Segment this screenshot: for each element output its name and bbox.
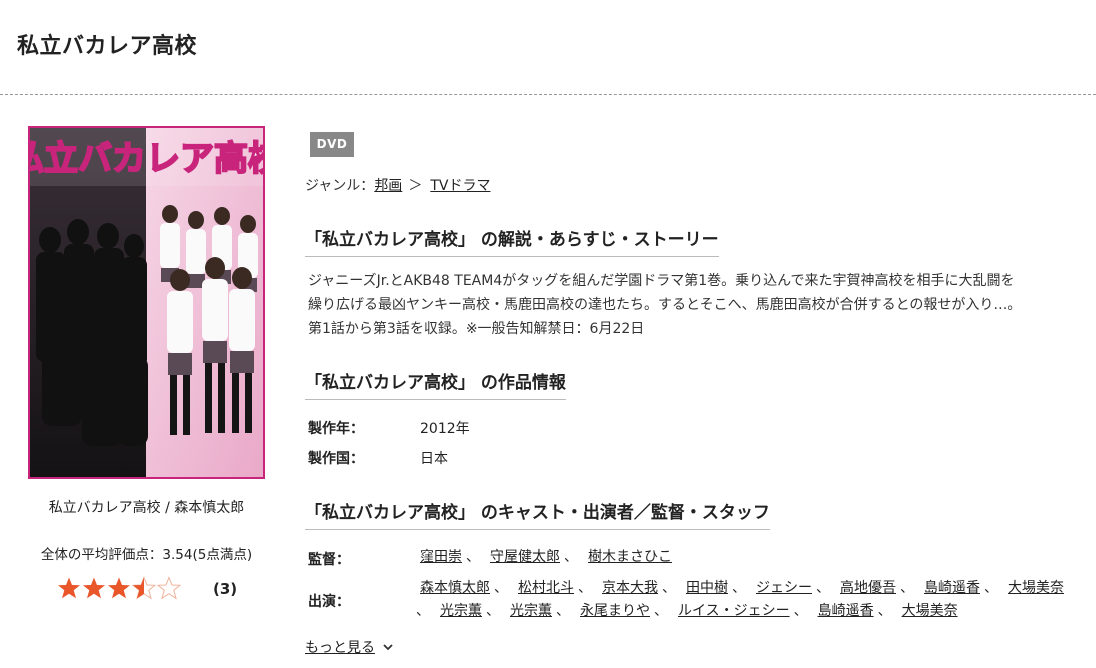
list-separator: 、	[416, 603, 430, 619]
jacket-caption: 私立バカレア高校 / 森本慎太郎	[48, 500, 245, 516]
cast-link[interactable]: 高地優吾	[840, 580, 896, 596]
list-separator: 、	[816, 580, 830, 596]
director-link[interactable]: 窪田崇	[420, 549, 462, 565]
average-rating-text: 全体の平均評価点：3.54(5点満点)	[40, 547, 253, 563]
synopsis-text: ジャニーズJr.とAKB48 TEAM4がタッグを組んだ学園ドラマ第1巻。乗り込…	[308, 269, 1083, 341]
list-separator: 、	[984, 580, 998, 596]
synopsis-line: ジャニーズJr.とAKB48 TEAM4がタッグを組んだ学園ドラマ第1巻。乗り込…	[308, 273, 1015, 289]
cast-link[interactable]: 島崎遥香	[924, 580, 980, 596]
list-separator: 、	[900, 580, 914, 596]
cast-link[interactable]: 田中樹	[686, 580, 728, 596]
cast-link[interactable]: 松村北斗	[518, 580, 574, 596]
cast-link[interactable]: 大場美奈	[902, 603, 958, 619]
empty-star-icon	[157, 576, 181, 600]
cast-link[interactable]: 光宗薫	[510, 603, 552, 619]
list-separator: 、	[877, 603, 892, 619]
cast-link[interactable]: 森本慎太郎	[420, 580, 490, 596]
info-row-year: 製作年： 2012年	[308, 418, 470, 438]
info-value: 2012年	[420, 421, 470, 437]
cast-link[interactable]: ジェシー	[756, 580, 812, 596]
chevron-down-icon	[383, 644, 393, 651]
list-separator: 、	[662, 580, 676, 596]
review-count[interactable]: (3)	[213, 580, 237, 598]
cast-link[interactable]: 永尾まりや	[580, 603, 650, 619]
work-info-heading: 「私立バカレア高校」 の作品情報	[305, 368, 566, 400]
star-icon	[58, 577, 80, 599]
list-separator: 、	[578, 580, 592, 596]
synopsis-line: 繰り広げる最凶ヤンキー高校・馬鹿田高校の達也たち。するとそこへ、馬鹿田高校が合併…	[308, 297, 1022, 313]
rating-stars	[57, 576, 181, 600]
show-more-label: もっと見る	[305, 640, 375, 656]
show-more-link[interactable]: もっと見る	[305, 637, 394, 657]
list-separator: 、	[654, 603, 668, 619]
director-link[interactable]: 守屋健太郎	[490, 549, 560, 565]
cast-link[interactable]: 京本大我	[602, 580, 658, 596]
list-separator: 、	[564, 549, 578, 565]
half-star-icon	[132, 576, 156, 600]
star-icon	[108, 577, 130, 599]
genre-link-hougai[interactable]: 邦画	[374, 175, 402, 195]
info-label: 製作年：	[308, 421, 364, 437]
cast-list: 森本慎太郎、松村北斗、京本大我、田中樹、ジェシー、高地優吾、島崎遥香、大場美奈	[420, 576, 1064, 600]
director-label: 監督：	[308, 552, 350, 568]
cast-link[interactable]: 大場美奈	[1008, 580, 1064, 596]
list-separator: 、	[556, 603, 570, 619]
cast-link[interactable]: 光宗薫	[440, 603, 482, 619]
jacket-artwork: 私立バカレア高校	[30, 128, 263, 477]
list-separator: 、	[494, 580, 508, 596]
jacket-title-art: 私立バカレア高校	[30, 139, 263, 179]
info-value: 日本	[420, 451, 448, 467]
cast-list-continued: 、光宗薫、光宗薫、永尾まりや、ルイス・ジェシー、島崎遥香、大場美奈	[412, 599, 958, 623]
breadcrumb-separator: ＞	[408, 178, 423, 194]
genre-link-tv-drama[interactable]: TVドラマ	[430, 175, 490, 195]
list-separator: 、	[732, 580, 746, 596]
page-title: 私立バカレア高校	[17, 34, 198, 59]
cast-heading: 「私立バカレア高校」 のキャスト・出演者／監督・スタッフ	[305, 498, 770, 530]
star-icon	[83, 577, 105, 599]
info-label: 製作国：	[308, 451, 364, 467]
director-link[interactable]: 樹木まさひこ	[588, 549, 672, 565]
list-separator: 、	[486, 603, 500, 619]
list-separator: 、	[793, 603, 808, 619]
format-badge: DVD	[310, 132, 354, 157]
cast-link[interactable]: ルイス・ジェシー	[678, 603, 790, 619]
cast-label: 出演：	[308, 594, 350, 610]
genre-breadcrumb: ジャンル： 邦画 ＞ TVドラマ	[305, 175, 490, 195]
dvd-jacket-image[interactable]: 私立バカレア高校	[28, 126, 265, 479]
director-list: 窪田崇、守屋健太郎、樹木まさひこ	[420, 545, 672, 569]
info-row-country: 製作国： 日本	[308, 448, 448, 468]
cast-link[interactable]: 島崎遥香	[818, 603, 874, 619]
synopsis-heading: 「私立バカレア高校」 の解説・あらすじ・ストーリー	[305, 225, 719, 257]
synopsis-line: 第1話から第3話を収録。※一般告知解禁日：6月22日	[308, 321, 645, 337]
genre-label: ジャンル：	[305, 178, 375, 194]
list-separator: 、	[466, 549, 480, 565]
header-divider	[0, 94, 1096, 95]
